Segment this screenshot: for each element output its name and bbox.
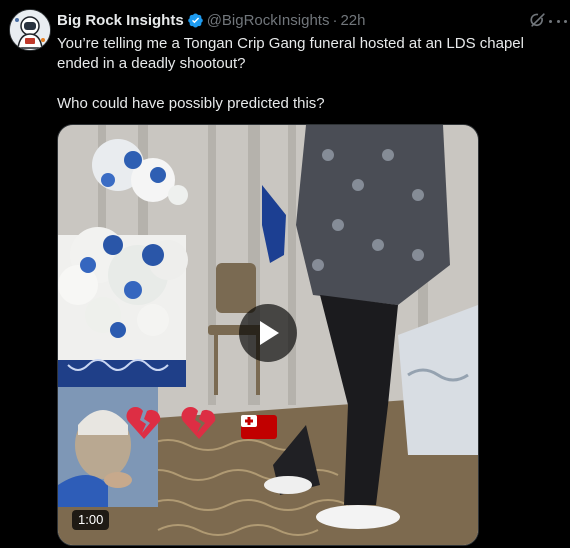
more-dot — [556, 19, 560, 23]
play-icon — [260, 321, 279, 345]
more-dot — [564, 19, 567, 23]
astronaut-avatar-icon — [10, 10, 50, 50]
more-icon[interactable] — [549, 13, 567, 29]
play-button[interactable] — [239, 304, 297, 362]
avatar[interactable] — [9, 9, 51, 51]
verified-badge-icon — [187, 13, 203, 27]
timestamp[interactable]: 22h — [340, 12, 365, 29]
tweet-text-line: You’re telling me a Tongan Crip Gang fun… — [57, 35, 524, 72]
grok-icon[interactable] — [528, 10, 548, 30]
tweet-header: Big Rock Insights @BigRockInsights · 22h — [57, 10, 366, 30]
tweet-text-line: Who could have possibly predicted this? — [57, 95, 325, 112]
video-duration: 1:00 — [72, 510, 110, 530]
author-handle[interactable]: @BigRockInsights — [207, 12, 330, 29]
tweet-text: You’re telling me a Tongan Crip Gang fun… — [57, 34, 557, 114]
separator-dot: · — [332, 11, 338, 29]
broken-heart-icon — [181, 406, 216, 439]
tonga-flag-icon — [241, 415, 277, 439]
tweet[interactable]: Big Rock Insights @BigRockInsights · 22h… — [0, 0, 570, 548]
more-dot — [549, 19, 552, 23]
broken-heart-icon — [126, 406, 161, 439]
video-player[interactable]: 1:00 — [57, 124, 479, 546]
author-name[interactable]: Big Rock Insights — [57, 12, 184, 29]
